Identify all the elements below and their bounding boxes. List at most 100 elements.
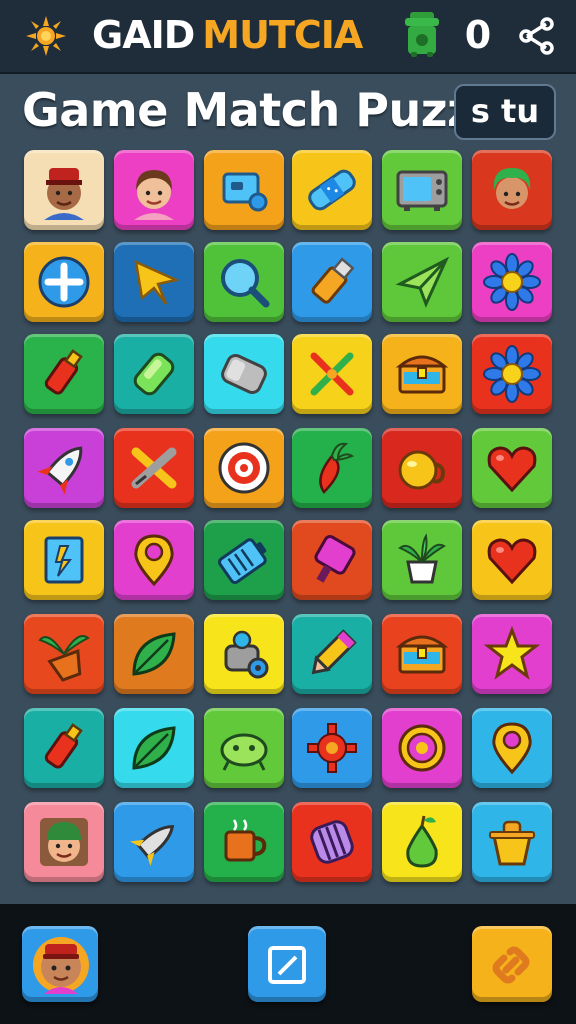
- grid-tile[interactable]: [24, 708, 104, 788]
- ring-target-icon: [398, 724, 446, 772]
- paint-tube-icon: [44, 723, 83, 769]
- grid-tile[interactable]: [472, 802, 552, 882]
- grid-tile[interactable]: [204, 242, 284, 322]
- avatar-button[interactable]: [22, 926, 98, 1002]
- grid-tile[interactable]: [292, 802, 372, 882]
- treasure-box-icon: [395, 635, 449, 674]
- paint-tube-icon: [44, 349, 83, 395]
- green-pear-icon: [406, 815, 438, 868]
- game-subtitle: Game Match Puzz: [22, 83, 474, 137]
- grid-tile[interactable]: [472, 150, 552, 230]
- grid-tile[interactable]: [382, 802, 462, 882]
- grid-tile[interactable]: [24, 334, 104, 414]
- magnifier-icon: [221, 259, 270, 308]
- grid-tile[interactable]: [292, 150, 372, 230]
- trash-bin-icon[interactable]: [402, 10, 442, 58]
- grid-tile[interactable]: [382, 150, 462, 230]
- grid-tile[interactable]: [382, 334, 462, 414]
- grid-tile[interactable]: [204, 334, 284, 414]
- usb-stick-icon: [311, 257, 355, 304]
- grid-tile[interactable]: [114, 334, 194, 414]
- bottom-bar: [0, 904, 576, 1024]
- grid-tile[interactable]: [382, 708, 462, 788]
- grid-tile[interactable]: [204, 520, 284, 600]
- grid-tile[interactable]: [114, 242, 194, 322]
- grid-tile[interactable]: [204, 708, 284, 788]
- grid-tile[interactable]: [114, 614, 194, 694]
- grid-tile[interactable]: [204, 428, 284, 508]
- app-title-part-1: GAID: [92, 13, 195, 57]
- grid-tile[interactable]: [382, 428, 462, 508]
- grid-tile[interactable]: [24, 150, 104, 230]
- avatar-icon: [33, 937, 89, 994]
- crossed-tools-icon: [310, 352, 354, 396]
- battery-icon: [218, 538, 267, 585]
- score-counter: 0: [464, 13, 492, 57]
- grid-tile[interactable]: [114, 802, 194, 882]
- grid-tile[interactable]: [472, 520, 552, 600]
- grid-tile[interactable]: [292, 708, 372, 788]
- match-grid: [0, 0, 576, 1024]
- star-arrow-icon: [134, 259, 180, 305]
- bandage-icon: [308, 169, 356, 211]
- grid-tile[interactable]: [472, 614, 552, 694]
- crossed-pencils-icon: [131, 447, 177, 489]
- card-icon: [44, 536, 84, 584]
- potted-plant-icon: [398, 533, 446, 584]
- grid-tile[interactable]: [292, 242, 372, 322]
- app-title-part-2: MUTCIA: [202, 13, 363, 57]
- yellow-star-icon: [483, 625, 541, 680]
- share-icon[interactable]: [516, 16, 556, 56]
- edit-icon: [268, 946, 306, 984]
- rocket-icon: [37, 446, 83, 495]
- pink-gem-icon: [314, 535, 356, 583]
- sun-icon[interactable]: [24, 14, 68, 58]
- yellow-pot-icon: [398, 450, 445, 490]
- app-title: GAID MUTCIA: [92, 12, 363, 58]
- grid-tile[interactable]: [24, 428, 104, 508]
- mini-badge[interactable]: s tu: [454, 84, 556, 140]
- target-icon: [218, 442, 270, 494]
- rocket-small-icon: [129, 825, 175, 866]
- eraser-icon: [221, 353, 267, 395]
- grid-tile[interactable]: [382, 614, 462, 694]
- grid-tile[interactable]: [292, 334, 372, 414]
- grid-tile[interactable]: [382, 242, 462, 322]
- red-gear-icon: [307, 723, 357, 773]
- grid-tile[interactable]: [472, 242, 552, 322]
- green-tube-icon: [133, 352, 175, 396]
- grid-tile[interactable]: [114, 708, 194, 788]
- link-icon: [492, 946, 530, 984]
- grid-tile[interactable]: [204, 150, 284, 230]
- edit-button[interactable]: [248, 926, 326, 1002]
- blue-flower-icon: [483, 253, 541, 311]
- carrot-icon: [319, 442, 355, 494]
- grid-tile[interactable]: [472, 428, 552, 508]
- robot-wheel-icon: [224, 630, 269, 679]
- grid-tile[interactable]: [114, 150, 194, 230]
- grid-tile[interactable]: [114, 520, 194, 600]
- person-green-cap-icon: [40, 818, 88, 866]
- person-red-hat-icon: [44, 168, 84, 220]
- green-leaf-icon: [132, 632, 176, 676]
- grid-tile[interactable]: [292, 428, 372, 508]
- grid-tile[interactable]: [472, 334, 552, 414]
- grid-tile[interactable]: [24, 242, 104, 322]
- grid-tile[interactable]: [114, 428, 194, 508]
- green-bug-icon: [220, 733, 268, 771]
- heart-icon: [487, 446, 537, 493]
- yellow-bucket-icon: [489, 820, 535, 866]
- link-button[interactable]: [472, 926, 552, 1002]
- grid-tile[interactable]: [292, 520, 372, 600]
- grid-tile[interactable]: [382, 520, 462, 600]
- grid-tile[interactable]: [292, 614, 372, 694]
- coffee-mug-icon: [224, 819, 267, 862]
- grid-tile[interactable]: [24, 614, 104, 694]
- grid-tile[interactable]: [204, 614, 284, 694]
- grid-tile[interactable]: [472, 708, 552, 788]
- grid-tile[interactable]: [24, 520, 104, 600]
- grid-tile[interactable]: [204, 802, 284, 882]
- person-brown-hair-icon: [134, 170, 174, 220]
- pencil-icon: [311, 629, 357, 675]
- grid-tile[interactable]: [24, 802, 104, 882]
